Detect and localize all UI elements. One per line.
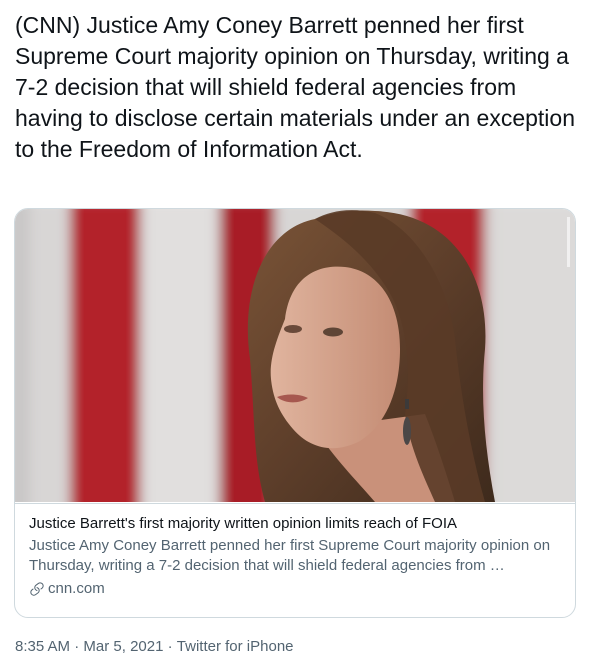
meta-separator-2: · <box>167 638 173 655</box>
tweet-date[interactable]: Mar 5, 2021 <box>83 638 163 655</box>
tweet-time[interactable]: 8:35 AM <box>15 638 70 655</box>
link-icon <box>29 581 45 597</box>
tweet-source: Twitter for iPhone <box>176 638 294 655</box>
tweet-meta: 8:35 AM · Mar 5, 2021 · Twitter for iPho… <box>15 638 294 655</box>
link-card[interactable]: Justice Barrett's first majority written… <box>14 208 576 618</box>
tweet-text: (CNN) Justice Amy Coney Barrett penned h… <box>15 12 582 162</box>
card-domain: cnn.com <box>29 579 561 599</box>
card-title: Justice Barrett's first majority written… <box>29 515 457 532</box>
card-image[interactable] <box>15 209 575 502</box>
meta-separator: · <box>74 638 80 655</box>
card-domain-text: cnn.com <box>48 580 105 597</box>
card-body[interactable]: Justice Barrett's first majority written… <box>15 503 575 617</box>
tweet: (CNN) Justice Amy Coney Barrett penned h… <box>0 0 591 668</box>
card-description: Justice Amy Coney Barrett penned her fir… <box>29 537 551 574</box>
